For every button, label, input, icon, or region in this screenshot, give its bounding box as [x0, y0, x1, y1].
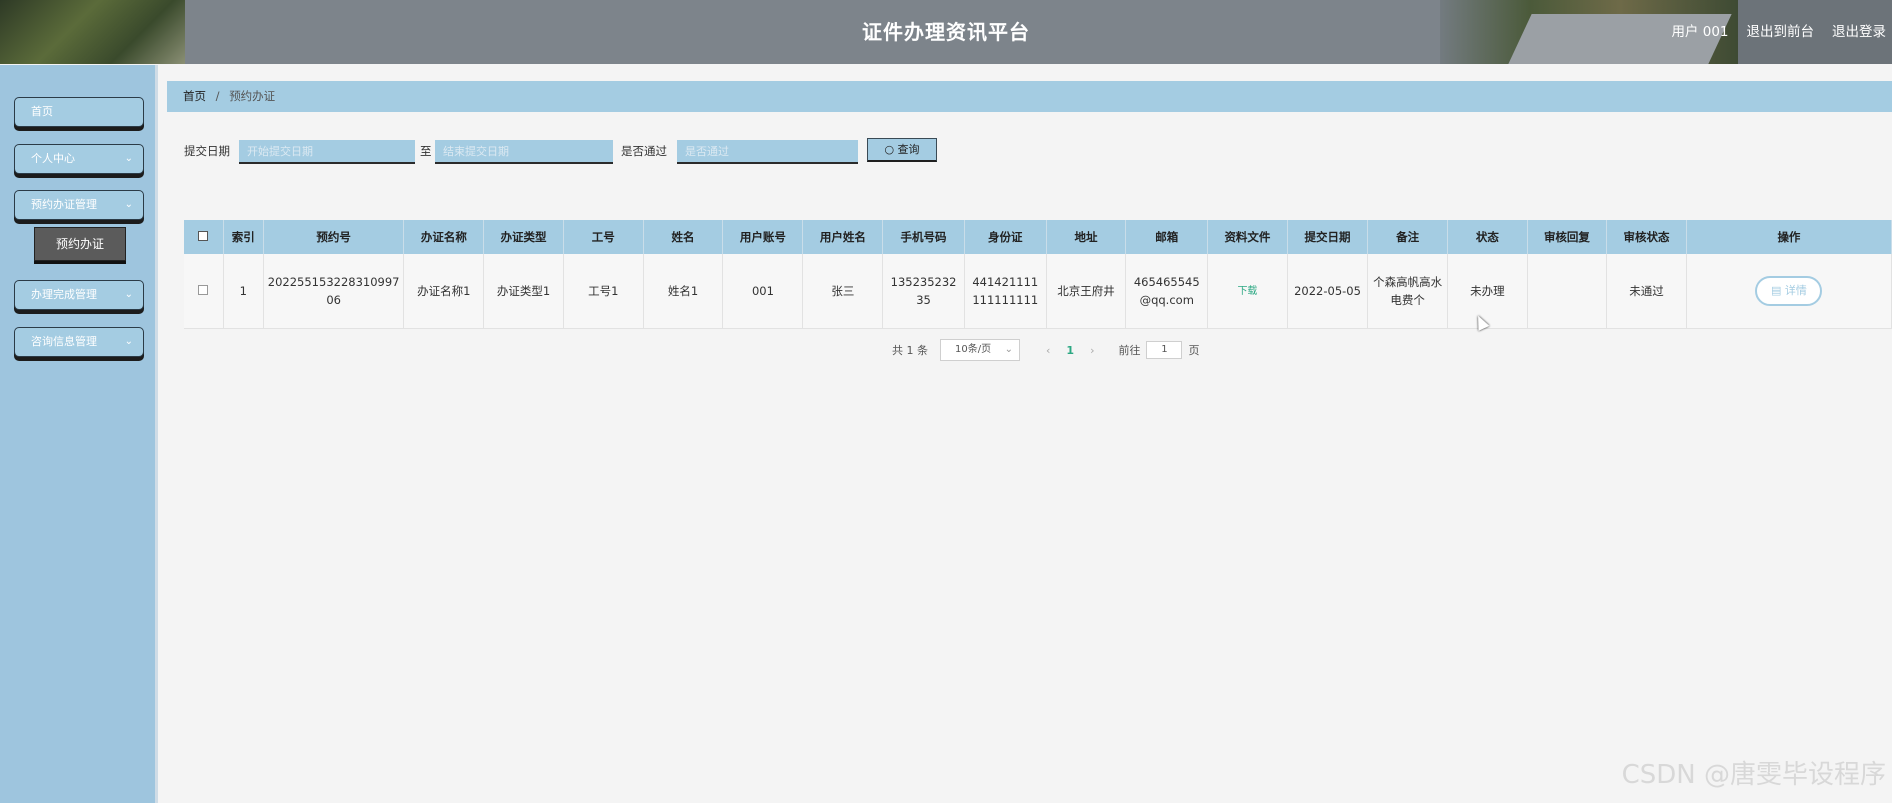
- detail-button[interactable]: ▤ 详情: [1755, 275, 1823, 306]
- table-header-row: 索引 预约号 办证名称 办证类型 工号 姓名 用户账号 用户姓名 手机号码 身份…: [184, 220, 1892, 254]
- sidebar-item-personal[interactable]: 个人中心 ⌄: [14, 144, 144, 174]
- sidebar-item-label: 首页: [31, 105, 53, 118]
- top-header: 证件办理资讯平台 用户 001 退出到前台 退出登录: [0, 0, 1892, 64]
- cell-reply: [1527, 254, 1608, 329]
- column-header: 手机号码: [882, 220, 965, 254]
- data-table: 索引 预约号 办证名称 办证类型 工号 姓名 用户账号 用户姓名 手机号码 身份…: [184, 220, 1892, 329]
- sidebar-item-home[interactable]: 首页: [14, 97, 144, 127]
- column-header: 姓名: [643, 220, 724, 254]
- sidebar-item-label: 个人中心: [31, 152, 75, 165]
- cell-phone: 135235232 35: [882, 254, 965, 329]
- table-row[interactable]: 1 202255153228310997 06 办证名称1 办证类型1 工号1 …: [184, 254, 1892, 329]
- start-date-input[interactable]: [239, 140, 415, 164]
- column-header: 提交日期: [1287, 220, 1369, 254]
- column-header: 索引: [223, 220, 264, 254]
- chevron-down-icon: ⌄: [124, 289, 133, 300]
- goto-label: 前往: [1118, 344, 1141, 357]
- cell-remark: 个森高帆高水电费个: [1367, 254, 1449, 329]
- logout-link[interactable]: 退出登录: [1832, 0, 1886, 64]
- cell-audit: 未通过: [1606, 254, 1687, 329]
- page-unit-label: 页: [1188, 344, 1200, 357]
- sidebar-item-label: 办理完成管理: [31, 288, 97, 301]
- watermark: CSDN @唐雯毕设程序: [1621, 760, 1886, 790]
- download-link[interactable]: 下载: [1237, 286, 1257, 297]
- cell-appt-no: 202255153228310997 06: [263, 254, 405, 329]
- cell-file: 下载: [1207, 254, 1288, 329]
- sidebar-item-label: 预约办证管理: [31, 198, 97, 211]
- back-front-link[interactable]: 退出到前台: [1747, 0, 1815, 64]
- cell-cert-name: 办证名称1: [403, 254, 485, 329]
- column-header: 状态: [1447, 220, 1528, 254]
- header-links: 用户 001 退出到前台 退出登录: [1671, 0, 1886, 64]
- cell-job-no: 工号1: [563, 254, 644, 329]
- sidebar-item-label: 咨询信息管理: [31, 335, 97, 348]
- cell-email: 465465545 @qq.com: [1125, 254, 1209, 329]
- breadcrumb-current: 预约办证: [229, 89, 276, 103]
- sidebar-item-completed[interactable]: 办理完成管理 ⌄: [14, 280, 144, 310]
- cell-name: 姓名1: [643, 254, 724, 329]
- detail-button-label: 详情: [1784, 283, 1807, 297]
- column-header: 地址: [1046, 220, 1127, 254]
- pagination: 共 1 条 10条/页 ⌄ ‹ 1 › 前往 1 页: [892, 338, 1199, 362]
- goto-page-input[interactable]: 1: [1146, 341, 1183, 359]
- pass-label: 是否通过: [621, 144, 667, 158]
- column-header: 办证名称: [403, 220, 485, 254]
- page-size-value: 10条/页: [955, 344, 992, 355]
- page-title: 证件办理资讯平台: [862, 20, 1030, 44]
- column-header: 预约号: [263, 220, 405, 254]
- column-header: 审核状态: [1606, 220, 1687, 254]
- column-header: 身份证: [964, 220, 1047, 254]
- pass-input[interactable]: [677, 140, 858, 164]
- prev-page-icon[interactable]: ‹: [1046, 344, 1050, 357]
- end-date-input[interactable]: [435, 140, 613, 164]
- cell-action: ▤ 详情: [1686, 254, 1892, 329]
- cell-status: 未办理: [1447, 254, 1528, 329]
- next-page-icon[interactable]: ›: [1090, 344, 1094, 357]
- column-header: 备注: [1367, 220, 1449, 254]
- breadcrumb: 首页 / 预约办证: [167, 81, 1892, 112]
- row-select-cell: [184, 254, 224, 329]
- select-all-checkbox[interactable]: [198, 231, 209, 241]
- sidebar-item-appointment[interactable]: 预约办证管理 ⌄: [14, 190, 144, 220]
- column-header: 工号: [563, 220, 644, 254]
- column-header: 操作: [1686, 220, 1892, 254]
- cell-cert-type: 办证类型1: [483, 254, 564, 329]
- column-header: 资料文件: [1207, 220, 1288, 254]
- column-header: 审核回复: [1527, 220, 1608, 254]
- breadcrumb-home[interactable]: 首页: [183, 89, 206, 103]
- chevron-down-icon: ⌄: [124, 153, 133, 164]
- page-size-select[interactable]: 10条/页 ⌄: [940, 339, 1020, 361]
- column-header: 用户账号: [722, 220, 804, 254]
- chevron-down-icon: ⌄: [1004, 344, 1013, 355]
- cell-id-card: 441421111 111111111: [964, 254, 1047, 329]
- user-name: 用户 001: [1671, 24, 1729, 40]
- query-button[interactable]: ○ 查询: [867, 138, 937, 162]
- chevron-down-icon: ⌄: [124, 199, 133, 210]
- cell-address: 北京王府井: [1046, 254, 1127, 329]
- query-button-label: 查询: [897, 143, 920, 156]
- page-number[interactable]: 1: [1066, 344, 1074, 357]
- row-checkbox[interactable]: [198, 284, 209, 295]
- cell-user-name: 张三: [802, 254, 884, 329]
- cell-index: 1: [223, 254, 264, 329]
- document-icon: ▤: [1770, 283, 1782, 297]
- to-label: 至: [420, 144, 432, 158]
- sidebar-subitem-appointment[interactable]: 预约办证: [34, 227, 126, 261]
- chevron-down-icon: ⌄: [124, 336, 133, 347]
- column-header: 办证类型: [483, 220, 564, 254]
- pagination-total: 共 1 条: [892, 344, 928, 357]
- column-header: 用户姓名: [802, 220, 884, 254]
- select-all-cell: [184, 220, 224, 254]
- date-label: 提交日期: [184, 144, 230, 158]
- sidebar-item-consult[interactable]: 咨询信息管理 ⌄: [14, 327, 144, 357]
- cell-date: 2022-05-05: [1287, 254, 1369, 329]
- breadcrumb-separator: /: [215, 89, 220, 103]
- sidebar: 首页 个人中心 ⌄ 预约办证管理 ⌄ 预约办证 办理完成管理 ⌄ 咨询信息管理 …: [0, 65, 158, 803]
- search-icon: ○: [884, 143, 895, 156]
- cell-account: 001: [722, 254, 804, 329]
- column-header: 邮箱: [1125, 220, 1209, 254]
